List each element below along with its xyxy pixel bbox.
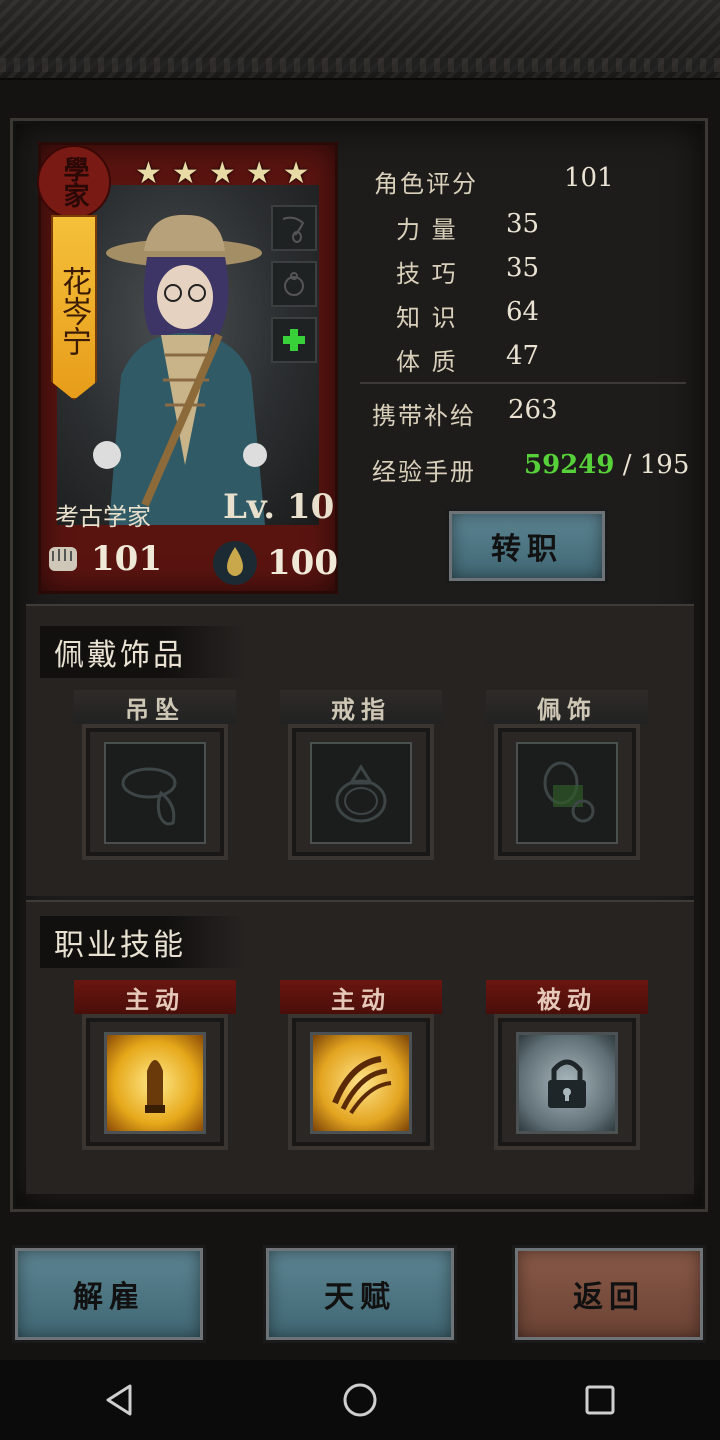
ring-slot-label: 戒指 xyxy=(280,690,442,724)
hero-class-name: 考古学家 xyxy=(55,503,151,531)
strength-value: 35 xyxy=(506,209,540,239)
nav-back-icon[interactable] xyxy=(100,1380,140,1420)
skill-slot-1[interactable]: 主动 xyxy=(74,980,236,1156)
star-rating: ★ ★ ★ ★ ★ xyxy=(135,159,310,189)
skill-slot-3-label: 被动 xyxy=(486,980,648,1014)
hp-stat: 100 xyxy=(211,539,338,587)
mini-charm-slot[interactable] xyxy=(271,317,317,363)
pendant-icon xyxy=(121,767,177,826)
skill-slot-1-label: 主动 xyxy=(74,980,236,1014)
physique-label: 体 质 xyxy=(396,348,458,376)
attack-value: 101 xyxy=(91,539,162,579)
bullet-skill-icon xyxy=(145,1060,165,1113)
charm-slot[interactable]: 佩饰 xyxy=(486,690,648,866)
hero-name-banner: 花岑宁 xyxy=(51,215,97,400)
hero-level: Lv. 10 xyxy=(223,487,335,527)
system-navbar xyxy=(0,1360,720,1440)
exp-required: 195 xyxy=(639,450,690,480)
ring-icon xyxy=(284,272,304,296)
exp-current: 59249 xyxy=(524,450,615,480)
physique-value: 47 xyxy=(506,341,540,371)
skill-slot-2[interactable]: 主动 xyxy=(280,980,442,1156)
mini-pendant-slot[interactable] xyxy=(271,205,317,251)
star-icon: ★ xyxy=(208,156,236,191)
pendant-slot-label: 吊坠 xyxy=(74,690,236,724)
green-plus-icon xyxy=(283,329,305,351)
star-icon: ★ xyxy=(171,156,199,191)
rating-label: 角色评分 xyxy=(374,170,478,198)
lock-icon xyxy=(548,1059,586,1108)
mini-ring-slot[interactable] xyxy=(271,261,317,307)
skill-label: 技 巧 xyxy=(396,260,458,288)
skills-title: 职业技能 xyxy=(40,916,246,968)
star-icon: ★ xyxy=(245,156,273,191)
exp-label: 经验手册 xyxy=(372,458,476,486)
accessories-title: 佩戴饰品 xyxy=(40,626,246,678)
hero-card[interactable]: 學家 花岑宁 ★ ★ ★ ★ ★ 考古学家 Lv. 10 101 100 xyxy=(37,142,338,594)
claw-skill-icon xyxy=(332,1056,392,1115)
dismiss-button[interactable]: 解雇 xyxy=(12,1245,206,1343)
stats-divider xyxy=(360,382,686,384)
ring-slot[interactable]: 戒指 xyxy=(280,690,442,866)
knowledge-value: 64 xyxy=(506,297,540,327)
fist-icon xyxy=(49,547,77,571)
skill-slot-3[interactable]: 被动 xyxy=(486,980,648,1156)
strength-label: 力 量 xyxy=(396,216,458,244)
back-button[interactable]: 返回 xyxy=(512,1245,706,1343)
charm-slot-label: 佩饰 xyxy=(486,690,648,724)
charm-icon xyxy=(543,761,595,823)
hp-value: 100 xyxy=(267,543,338,583)
attack-stat: 101 xyxy=(43,539,162,579)
skill-slot-2-label: 主动 xyxy=(280,980,442,1014)
change-class-button[interactable]: 转职 xyxy=(446,508,608,584)
pendant-slot[interactable]: 吊坠 xyxy=(74,690,236,866)
star-icon: ★ xyxy=(282,156,310,191)
pendant-icon xyxy=(282,216,305,243)
supply-label: 携带补给 xyxy=(372,402,476,430)
exp-separator: / xyxy=(614,450,640,480)
skill-value: 35 xyxy=(506,253,540,283)
class-seal: 學家 xyxy=(37,145,111,219)
star-icon: ★ xyxy=(135,156,162,191)
hero-figure-image xyxy=(93,214,267,525)
supply-value: 263 xyxy=(508,395,558,425)
top-decoration xyxy=(0,0,720,80)
exp-value: 59249 / 195 xyxy=(524,450,689,480)
drop-icon xyxy=(213,541,257,585)
talent-button[interactable]: 天赋 xyxy=(263,1245,457,1343)
nav-home-icon[interactable] xyxy=(340,1380,380,1420)
rating-value: 101 xyxy=(564,163,614,193)
knowledge-label: 知 识 xyxy=(396,304,458,332)
ring-icon xyxy=(335,764,387,823)
nav-recents-icon[interactable] xyxy=(580,1380,620,1420)
